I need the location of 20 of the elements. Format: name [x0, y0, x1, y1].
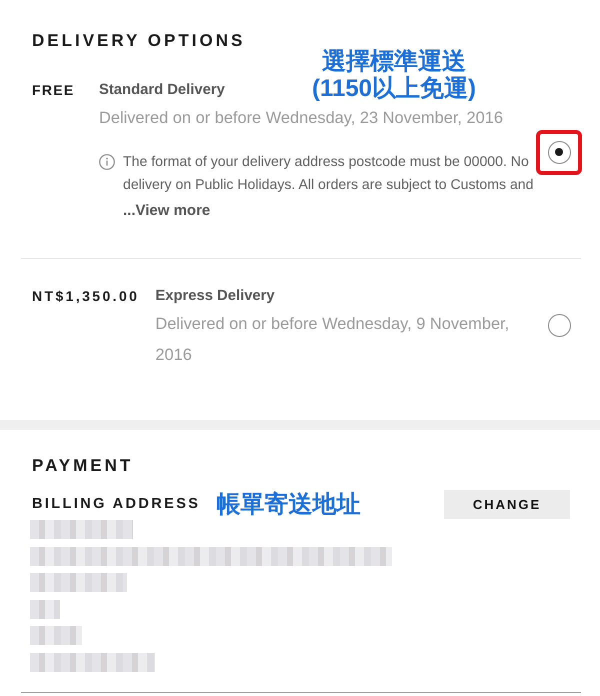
radio-selected[interactable] — [548, 140, 570, 164]
section-title: DELIVERY OPTIONS — [32, 31, 246, 52]
delivery-method-name: Standard Delivery — [99, 81, 225, 100]
annotation-text: (1150以上免運) — [312, 75, 476, 102]
radio-unselected[interactable] — [548, 314, 570, 337]
view-more-link[interactable]: ...View more — [123, 200, 210, 223]
billing-address-label: BILLING ADDRESS — [32, 495, 200, 514]
change-button[interactable]: CHANGE — [444, 490, 570, 520]
blurred-text — [30, 626, 82, 646]
blurred-text — [30, 600, 60, 619]
delivery-price: FREE — [32, 81, 76, 100]
delivery-note-text: The format of your delivery address postcode must be 00000. No delivery on Public Holidays. All orders are subject to Customs and — [123, 152, 534, 194]
annotation-text: 選擇標準運送 — [322, 48, 466, 76]
delivery-method-name: Express Delivery — [155, 287, 275, 306]
annotation-text: 帳單寄送地址 — [216, 490, 360, 520]
section-title: PAYMENT — [32, 456, 134, 476]
info-icon — [99, 154, 115, 170]
delivery-price: NT$1,350.00 — [32, 287, 140, 306]
delivery-date-text: Delivered on or before Wednesday, 9 November, 2016 — [155, 314, 510, 366]
delivery-date-text: Delivered on or before Wednesday, 23 November, 2016 — [99, 108, 504, 130]
